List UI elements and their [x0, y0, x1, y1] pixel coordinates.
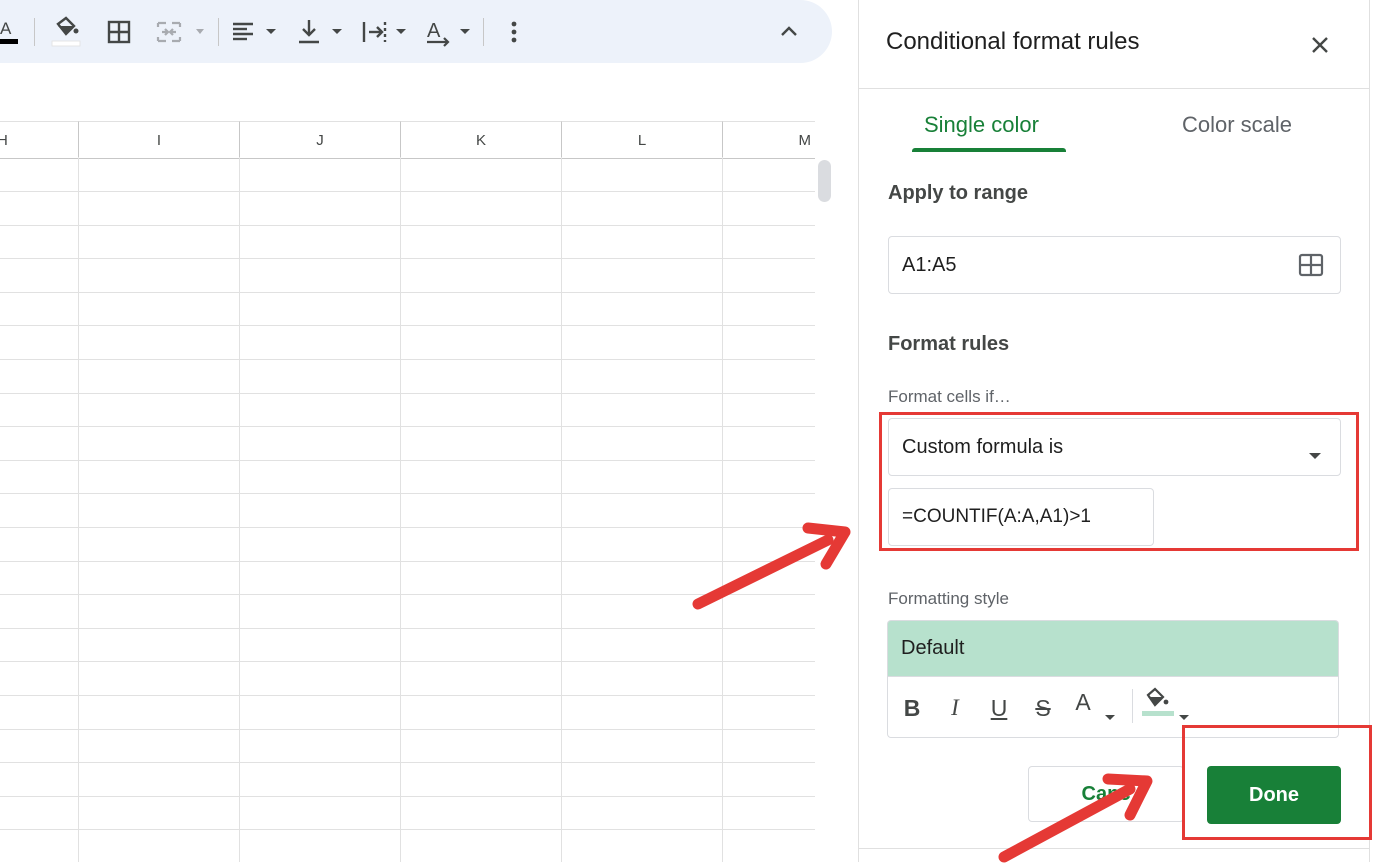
close-icon[interactable]: [1305, 30, 1335, 60]
tab-single-color[interactable]: Single color: [924, 112, 1039, 138]
apply-to-range-label: Apply to range: [888, 182, 1029, 204]
style-divider: [1132, 689, 1133, 723]
highlight-box-done: [1182, 725, 1372, 840]
merge-cells-icon[interactable]: [154, 14, 212, 50]
arrow-annotation-icon: [998, 773, 1153, 863]
select-range-icon[interactable]: [1298, 253, 1324, 283]
collapse-toolbar-icon[interactable]: [776, 14, 802, 50]
fill-color-icon[interactable]: [46, 14, 86, 50]
column-header-h[interactable]: H: [0, 121, 79, 159]
grid-column-line: [561, 157, 562, 862]
grid-row-line: [0, 796, 815, 797]
column-header-l[interactable]: L: [562, 121, 723, 159]
strikethrough-button[interactable]: S: [1031, 691, 1055, 725]
grid-row-line: [0, 225, 815, 226]
grid-row-line: [0, 191, 815, 192]
grid-row-line: [0, 325, 815, 326]
header-divider: [859, 88, 1369, 89]
fill-color-icon[interactable]: [1140, 687, 1180, 732]
range-input[interactable]: A1:A5: [888, 236, 1341, 294]
italic-button[interactable]: I: [943, 691, 967, 725]
svg-text:A: A: [0, 19, 12, 38]
grid-row-line: [0, 695, 815, 696]
column-header-j[interactable]: J: [240, 121, 401, 159]
grid-row-line: [0, 829, 815, 830]
spreadsheet-grid: H I J K L M: [0, 75, 832, 862]
column-header-k[interactable]: K: [401, 121, 562, 159]
grid-row-line: [0, 762, 815, 763]
grid-column-line: [400, 157, 401, 862]
svg-text:A: A: [427, 20, 441, 42]
borders-icon[interactable]: [104, 14, 134, 50]
tab-color-scale[interactable]: Color scale: [1182, 112, 1292, 138]
text-color-dropdown-icon[interactable]: [1104, 708, 1116, 726]
horizontal-align-icon[interactable]: [230, 14, 282, 50]
more-options-icon[interactable]: [504, 14, 524, 50]
bold-button[interactable]: B: [900, 691, 924, 725]
grid-row-line: [0, 292, 815, 293]
formatting-style-label: Formatting style: [888, 589, 1009, 608]
vertical-align-icon[interactable]: [296, 14, 348, 50]
vertical-scrollbar[interactable]: [818, 160, 831, 202]
grid-column-line: [78, 157, 79, 862]
column-header-i[interactable]: I: [79, 121, 240, 159]
grid-row-line: [0, 460, 815, 461]
grid-row-line: [0, 258, 815, 259]
format-rules-label: Format rules: [888, 333, 1010, 355]
format-cells-if-label: Format cells if…: [888, 387, 1011, 406]
grid-row-line: [0, 493, 815, 494]
grid-row-line: [0, 661, 815, 662]
grid-row-line: [0, 729, 815, 730]
text-color-icon[interactable]: A: [0, 14, 20, 50]
highlight-box-condition: [879, 412, 1359, 551]
grid-row-line: [0, 393, 815, 394]
text-wrap-icon[interactable]: [360, 14, 412, 50]
fill-color-dropdown-icon[interactable]: [1178, 708, 1190, 726]
toolbar: A A: [0, 0, 832, 63]
panel-title: Conditional format rules: [886, 28, 1140, 55]
grid-row-line: [0, 426, 815, 427]
underline-button[interactable]: U: [987, 691, 1011, 725]
range-value: A1:A5: [902, 253, 957, 276]
arrow-annotation-icon: [692, 522, 851, 610]
grid-row-line: [0, 359, 815, 360]
text-color-button[interactable]: A: [1071, 685, 1095, 719]
style-preview-text: Default: [901, 637, 965, 659]
column-header-m[interactable]: M: [723, 121, 815, 159]
active-tab-indicator: [912, 148, 1066, 152]
text-rotation-icon[interactable]: A: [424, 14, 476, 50]
style-preview[interactable]: Default: [887, 620, 1339, 676]
grid-column-line: [239, 157, 240, 862]
